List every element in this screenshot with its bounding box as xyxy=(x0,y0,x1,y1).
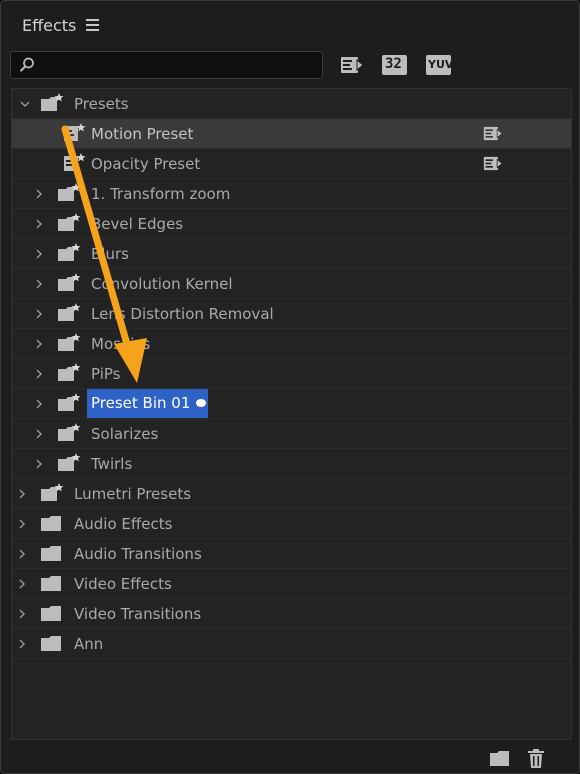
tree-item-label: PiPs xyxy=(91,365,121,383)
tree-item-label: Twirls xyxy=(91,455,133,473)
effects-tree: Presets Motion Preset Opacity Preset 1. … xyxy=(11,88,572,740)
tree-item-label: Presets xyxy=(74,95,129,113)
yuv-button[interactable]: YUV xyxy=(426,55,454,75)
preset-effect-icon xyxy=(64,123,86,141)
chevron-right-icon[interactable] xyxy=(17,549,27,559)
chevron-right-icon[interactable] xyxy=(17,579,27,589)
preset-folder-icon xyxy=(58,363,81,381)
search-box[interactable] xyxy=(10,51,323,79)
tree-item-video-transitions[interactable]: Video Transitions xyxy=(12,599,571,629)
accelerated-effects-icon[interactable] xyxy=(340,55,364,75)
chevron-right-icon[interactable] xyxy=(34,309,44,319)
panel-header: Effects xyxy=(1,1,579,49)
preset-folder-icon xyxy=(58,183,81,201)
search-icon xyxy=(19,57,34,72)
trash-icon[interactable] xyxy=(527,749,545,769)
32-bit-label: 32 xyxy=(385,56,402,72)
hamburger-menu-icon[interactable] xyxy=(86,19,100,31)
chevron-down-icon[interactable] xyxy=(20,99,30,109)
chevron-right-icon[interactable] xyxy=(34,279,44,289)
tree-item-label: Video Transitions xyxy=(74,605,202,623)
folder-icon xyxy=(41,546,61,561)
tree-item-label: Lumetri Presets xyxy=(74,485,192,503)
folder-icon xyxy=(41,636,61,651)
tree-item-preset-bin[interactable]: Twirls xyxy=(12,449,571,479)
tree-item-video-effects[interactable]: Video Effects xyxy=(12,569,571,599)
chevron-right-icon[interactable] xyxy=(17,639,27,649)
drag-cursor-icon xyxy=(196,399,206,407)
tree-item-label: Motion Preset xyxy=(91,125,194,143)
preset-folder-icon xyxy=(58,393,81,411)
rename-field[interactable]: Preset Bin 01 xyxy=(87,389,209,418)
chevron-right-icon[interactable] xyxy=(34,219,44,229)
tree-item-preset-bin[interactable]: Blurs xyxy=(12,239,571,269)
preset-folder-icon xyxy=(58,213,81,231)
preset-folder-icon xyxy=(58,333,81,351)
tree-item-label: Video Effects xyxy=(74,575,172,593)
panel-title[interactable]: Effects xyxy=(22,16,76,35)
preset-effect-icon xyxy=(64,153,86,171)
chevron-right-icon[interactable] xyxy=(34,369,44,379)
tree-item-audio-effects[interactable]: Audio Effects xyxy=(12,509,571,539)
chevron-right-icon[interactable] xyxy=(34,339,44,349)
tree-item-label: 1. Transform zoom xyxy=(91,185,231,203)
tree-item-preset-bin[interactable]: Bevel Edges xyxy=(12,209,571,239)
tree-item-motion-preset[interactable]: Motion Preset xyxy=(12,119,571,149)
tree-item-label: Bevel Edges xyxy=(91,215,184,233)
tree-item-audio-transitions[interactable]: Audio Transitions xyxy=(12,539,571,569)
preset-folder-icon xyxy=(58,303,81,321)
chevron-right-icon[interactable] xyxy=(34,459,44,469)
preset-folder-icon xyxy=(58,423,81,441)
tree-item-preset-bin[interactable]: Lens Distortion Removal xyxy=(12,299,571,329)
preset-folder-icon xyxy=(58,243,81,261)
tree-item-label: Solarizes xyxy=(91,425,159,443)
tree-item-label: Mosaics xyxy=(91,335,151,353)
32-bit-color-button[interactable]: 32 xyxy=(382,55,407,75)
tree-item-preset-bin[interactable]: Convolution Kernel xyxy=(12,269,571,299)
preset-folder-icon xyxy=(58,453,81,471)
tree-item-label: Convolution Kernel xyxy=(91,275,233,293)
tree-item-lumetri-presets[interactable]: Lumetri Presets xyxy=(12,479,571,509)
tree-item-ann[interactable]: Ann xyxy=(12,629,571,659)
folder-icon xyxy=(41,606,61,621)
tree-item-opacity-preset[interactable]: Opacity Preset xyxy=(12,149,571,179)
accelerated-effects-icon xyxy=(483,156,503,171)
accelerated-effects-icon xyxy=(483,126,503,141)
chevron-right-icon[interactable] xyxy=(17,489,27,499)
tree-item-preset-bin-renaming[interactable]: Preset Bin 01 xyxy=(12,389,571,419)
tree-item-label: Blurs xyxy=(91,245,129,263)
tree-item-preset-bin[interactable]: Solarizes xyxy=(12,419,571,449)
tree-item-preset-bin[interactable]: PiPs xyxy=(12,359,571,389)
tree-item-label: Lens Distortion Removal xyxy=(91,305,274,323)
folder-icon xyxy=(41,576,61,591)
tree-item-presets[interactable]: Presets xyxy=(12,89,571,119)
search-input[interactable] xyxy=(41,55,315,77)
chevron-right-icon[interactable] xyxy=(34,189,44,199)
effects-panel: Effects 32 YUV Presets Motion Preset Opa… xyxy=(0,0,580,774)
tree-item-label: Audio Effects xyxy=(74,515,173,533)
yuv-label: YUV xyxy=(428,58,454,71)
chevron-right-icon[interactable] xyxy=(17,609,27,619)
tree-item-preset-bin[interactable]: Mosaics xyxy=(12,329,571,359)
folder-icon xyxy=(41,516,61,531)
chevron-right-icon[interactable] xyxy=(17,519,27,529)
preset-folder-icon xyxy=(58,273,81,291)
new-folder-icon[interactable] xyxy=(489,749,511,767)
preset-folder-icon xyxy=(41,483,64,501)
preset-folder-icon xyxy=(41,93,64,111)
tree-item-label: Audio Transitions xyxy=(74,545,202,563)
tree-item-label: Opacity Preset xyxy=(91,155,201,173)
tree-item-preset-bin[interactable]: 1. Transform zoom xyxy=(12,179,571,209)
chevron-right-icon[interactable] xyxy=(34,249,44,259)
chevron-right-icon[interactable] xyxy=(34,399,44,409)
chevron-right-icon[interactable] xyxy=(34,429,44,439)
tree-item-label: Ann xyxy=(74,635,104,653)
